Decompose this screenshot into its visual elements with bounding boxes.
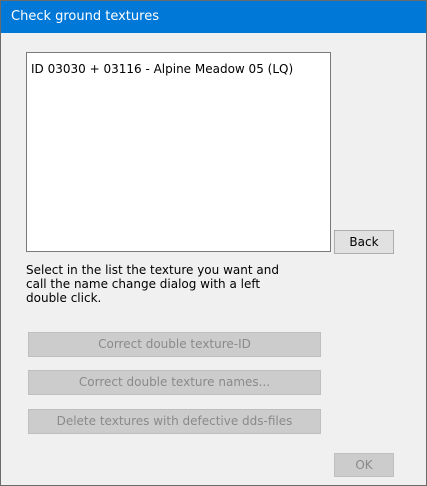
instruction-line: call the name change dialog with a left bbox=[26, 277, 261, 291]
back-button[interactable]: Back bbox=[334, 230, 394, 254]
texture-listbox[interactable]: ID 03030 + 03116 - Alpine Meadow 05 (LQ) bbox=[26, 52, 331, 252]
instruction-text: Select in the list the texture you want … bbox=[26, 263, 296, 305]
instruction-line: double click. bbox=[26, 291, 102, 305]
correct-double-texture-names-button[interactable]: Correct double texture names... bbox=[28, 370, 321, 395]
dialog-title: Check ground textures bbox=[11, 9, 159, 24]
correct-double-texture-id-button[interactable]: Correct double texture-ID bbox=[28, 332, 321, 357]
check-textures-dialog: Check ground textures ID 03030 + 03116 -… bbox=[0, 0, 427, 486]
instruction-line: Select in the list the texture you want … bbox=[26, 263, 279, 277]
list-item[interactable]: ID 03030 + 03116 - Alpine Meadow 05 (LQ) bbox=[31, 62, 293, 76]
delete-defective-textures-button[interactable]: Delete textures with defective dds-files bbox=[28, 409, 321, 434]
title-bar[interactable]: Check ground textures bbox=[1, 1, 426, 33]
ok-button[interactable]: OK bbox=[334, 453, 394, 477]
